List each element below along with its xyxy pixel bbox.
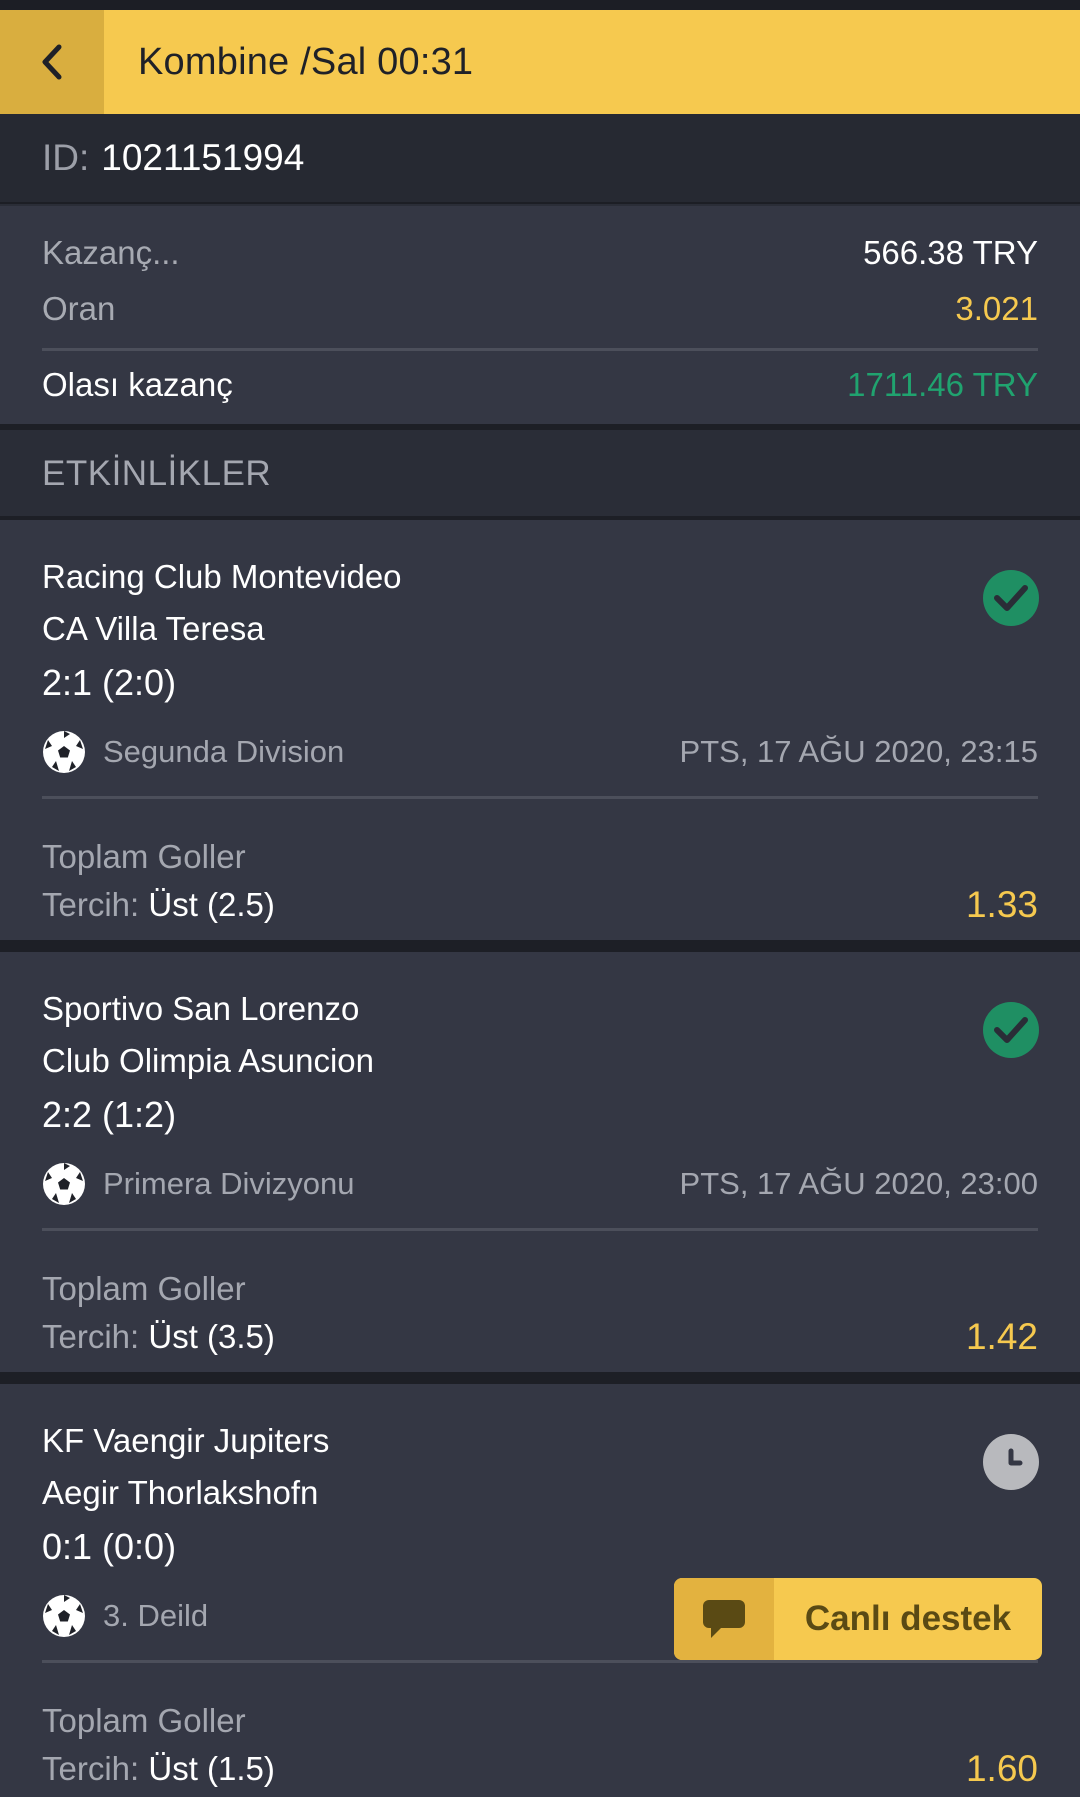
match-score: 0:1 (0:0) (42, 1526, 177, 1567)
pick-value: Üst (2.5) (148, 886, 275, 923)
home-team: KF Vaengir Jupiters (42, 1422, 330, 1459)
event-separator (0, 1372, 1080, 1384)
event-card: Sportivo San Lorenzo Club Olimpia Asunci… (0, 952, 1080, 1372)
league-name: Segunda Division (103, 734, 345, 769)
pick-row: Tercih: Üst (2.5) 1.33 (42, 884, 1038, 926)
events-section-header: ETKİNLİKLER (0, 430, 1080, 518)
event-separator (0, 940, 1080, 952)
summary-divider (42, 348, 1038, 351)
league-name: Primera Divizyonu (103, 1166, 355, 1201)
away-team: CA Villa Teresa (42, 610, 265, 647)
away-team: Club Olimpia Asuncion (42, 1042, 374, 1079)
event-divider (42, 796, 1038, 799)
potential-win-value: 1711.46 TRY (847, 366, 1038, 403)
event-odd: 1.33 (965, 884, 1038, 925)
page-title: Kombine /Sal 00:31 (138, 40, 474, 83)
match-score: 2:2 (1:2) (42, 1094, 177, 1135)
match-score: 2:1 (2:0) (42, 662, 177, 703)
chevron-left-icon (42, 44, 62, 80)
total-odds-value: 3.021 (955, 290, 1038, 327)
pick-value: Üst (1.5) (148, 1750, 275, 1787)
ticket-id-label: ID: (42, 137, 90, 178)
event-divider (42, 1660, 1038, 1663)
market-name: Toplam Goller (42, 1702, 246, 1739)
odds-row: Oran 3.021 (42, 290, 1038, 328)
event-date: PTS, 17 AĞU 2020, 23:15 (679, 734, 1038, 769)
market-name: Toplam Goller (42, 838, 246, 875)
event-date: PTS, 17 AĞU 2020, 23:00 (679, 1166, 1038, 1201)
pick-label: Tercih: (42, 1750, 140, 1787)
bet-summary: Kazanç... 566.38 TRY Oran 3.021 Olası ka… (0, 206, 1080, 424)
soccer-ball-icon (43, 1595, 85, 1637)
away-team: Aegir Thorlakshofn (42, 1474, 319, 1511)
event-odd: 1.42 (965, 1316, 1038, 1357)
event-card: Racing Club Montevideo CA Villa Teresa 2… (0, 520, 1080, 940)
potential-win-row: Olası kazanç 1711.46 TRY (42, 366, 1038, 404)
event-odd: 1.60 (965, 1748, 1038, 1789)
clock-icon (983, 1434, 1039, 1490)
stake-value: 566.38 TRY (863, 234, 1038, 271)
home-team: Sportivo San Lorenzo (42, 990, 360, 1027)
status-bar-strip (0, 0, 1080, 10)
stake-label: Kazanç... (42, 234, 180, 271)
check-icon (983, 1002, 1039, 1058)
chat-bubble-icon (674, 1578, 774, 1660)
event-divider (42, 1228, 1038, 1231)
league-name: 3. Deild (103, 1598, 209, 1633)
league-row: Segunda Division PTS, 17 AĞU 2020, 23:15 (42, 728, 1038, 776)
odds-label: Oran (42, 290, 116, 327)
app-header: Kombine /Sal 00:31 (0, 10, 1080, 114)
market-name: Toplam Goller (42, 1270, 246, 1307)
pick-row: Tercih: Üst (1.5) 1.60 (42, 1748, 1038, 1790)
pick-row: Tercih: Üst (3.5) 1.42 (42, 1316, 1038, 1358)
potential-win-label: Olası kazanç (42, 366, 233, 403)
live-support-button[interactable]: Canlı destek (674, 1578, 1042, 1660)
back-button[interactable] (0, 10, 104, 114)
ticket-id-value: 1021151994 (101, 137, 305, 178)
stake-row: Kazanç... 566.38 TRY (42, 234, 1038, 272)
pick-label: Tercih: (42, 886, 140, 923)
home-team: Racing Club Montevideo (42, 558, 402, 595)
ticket-id-bar: ID: 1021151994 (0, 114, 1080, 204)
league-row: Primera Divizyonu PTS, 17 AĞU 2020, 23:0… (42, 1160, 1038, 1208)
soccer-ball-icon (43, 731, 85, 773)
pick-value: Üst (3.5) (148, 1318, 275, 1355)
live-support-label: Canlı destek (804, 1599, 1012, 1638)
soccer-ball-icon (43, 1163, 85, 1205)
pick-label: Tercih: (42, 1318, 140, 1355)
check-icon (983, 570, 1039, 626)
